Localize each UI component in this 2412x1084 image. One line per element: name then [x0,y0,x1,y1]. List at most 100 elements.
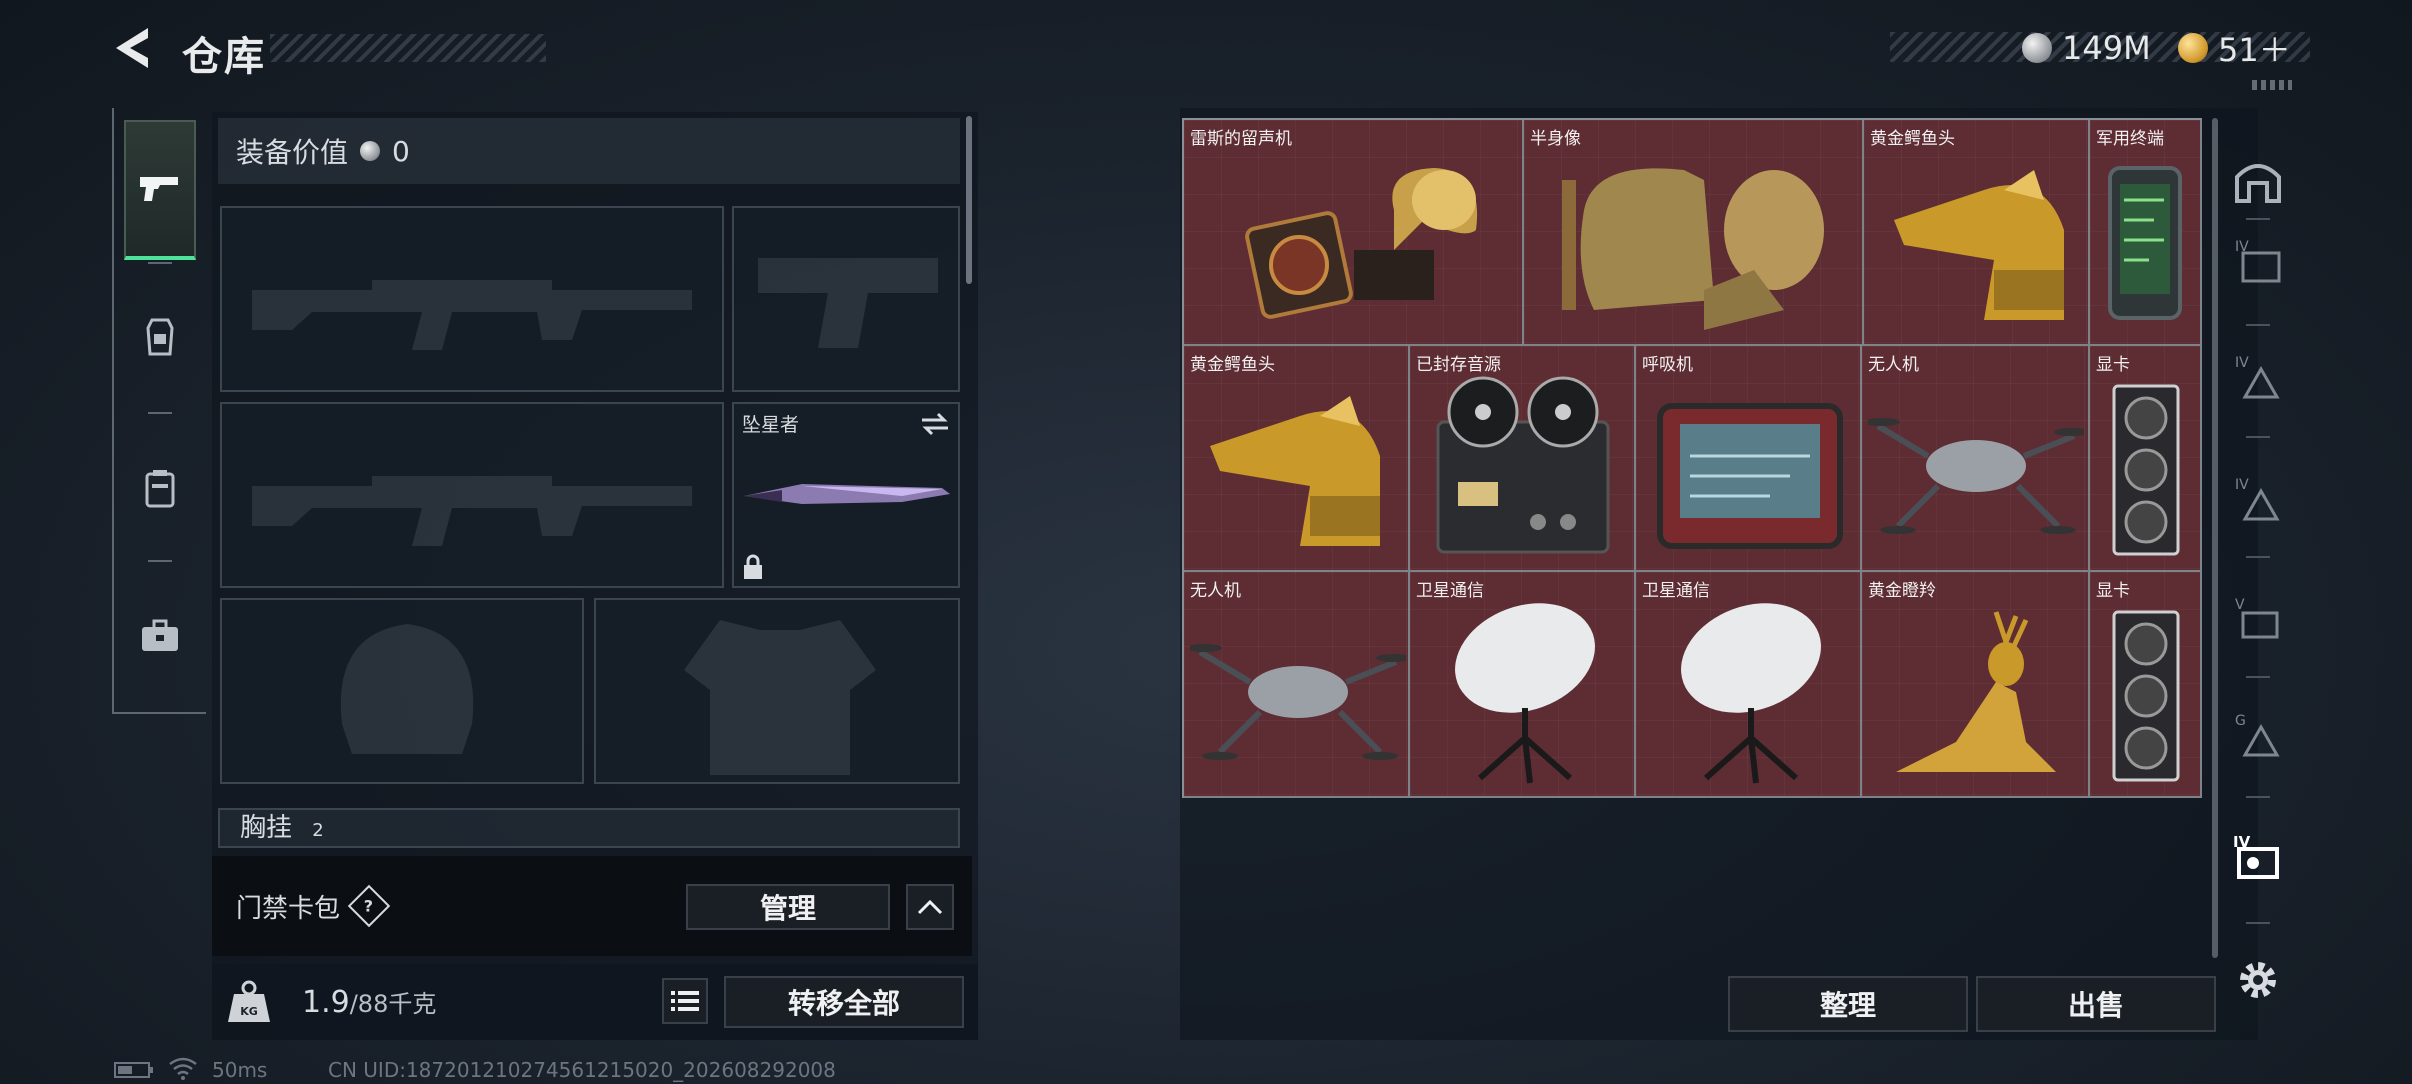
transfer-all-button[interactable]: 转移全部 [724,976,964,1028]
tab-separator [148,262,172,264]
tab-weapons[interactable] [124,120,196,260]
stash-item[interactable]: 显卡 [2090,346,2202,572]
filter-tier-iv-b[interactable]: IV [2226,344,2290,408]
filter-tier-iv-c[interactable]: IV [2226,466,2290,530]
tab-separator [148,412,172,414]
equipment-scrollbar[interactable] [966,116,972,284]
keycard-label: 门禁卡包 [236,893,341,924]
svg-text:V: V [2235,597,2245,613]
equipment-value-label: 装备价值 [236,136,349,169]
weight-readout: 1.9/88千克 [302,984,436,1020]
rail-separator [2246,556,2270,558]
body-armor-slot[interactable] [594,598,960,784]
weight-icon: KG [226,978,272,1024]
uid-text: CN UID:18720121027456121502​0_2026082920… [328,1058,836,1082]
stash-item[interactable]: 已封存音源 [1410,346,1636,572]
stash-icon [2235,164,2281,203]
pistol-slot[interactable] [732,206,960,392]
item-name: 军用终端 [2096,129,2164,149]
stash-item[interactable]: 显卡 [2090,572,2202,798]
stash-item[interactable]: 黄金鳄鱼头 [1184,346,1410,572]
rail-separator [2246,436,2270,438]
primary-weapon-slot-1[interactable] [220,206,724,392]
expand-button[interactable] [906,884,954,930]
title-decoration [270,34,546,62]
battery-icon [114,1060,154,1084]
list-view-button[interactable] [662,978,708,1024]
pistol-silhouette-icon [758,258,938,348]
weight-current: 1.9 [302,985,350,1020]
stash-grid: 雷斯的留声机 半身像 黄金鳄鱼头 军用终端 黄金鳄鱼头 已封存音源 呼吸机 无人… [1182,118,2202,798]
rail-separator [2246,676,2270,678]
swap-icon[interactable] [920,412,950,436]
melee-slot[interactable]: 坠星者 [732,402,960,588]
chest-rig-count: 2 [312,820,324,841]
weight-max: /88千克 [349,990,437,1018]
golden-gazelle-icon [1896,611,2056,772]
golden-crocodile-head-icon [1210,396,1380,546]
gold-amount: 51＋ [2218,31,2291,69]
tier-v-icon: V [2235,597,2279,639]
drone-icon [1868,418,2084,534]
stash-item[interactable]: 无人机 [1862,346,2090,572]
chest-rig-row[interactable]: 胸挂 2 [218,808,960,848]
gold-coin-icon [2178,33,2208,63]
tier-iv-icon: IV [2233,833,2279,879]
stash-item[interactable]: 无人机 [1184,572,1410,798]
tier-g-icon: G [2235,713,2280,757]
silver-amount: 149M [2062,29,2151,67]
graphics-card-icon [2112,384,2180,556]
helmet-silhouette-icon [340,624,474,754]
stash-item[interactable]: 黄金瞪羚 [1862,572,2090,798]
decor-dots [2252,80,2292,90]
stash-item[interactable]: 雷斯的留声机 [1184,120,1524,346]
filter-tier-iv-a[interactable]: IV [2226,228,2290,292]
reel-tape-recorder-icon [1436,376,1610,554]
filter-tier-v[interactable]: V [2226,586,2290,650]
stash-item[interactable]: 呼吸机 [1636,346,1862,572]
silver-coin-icon [360,141,381,161]
wifi-icon [168,1056,198,1084]
silver-currency[interactable]: 149M [2022,26,2151,70]
rail-separator [2246,218,2270,220]
tab-helmet-armor[interactable] [124,268,196,408]
manage-keycard-button[interactable]: 管理 [686,884,890,930]
bust-icon [1562,168,1824,330]
pistol-icon [140,177,178,201]
gear-icon [2240,962,2276,998]
filter-tier-g[interactable]: G [2226,702,2290,766]
gramophone-icon [1245,168,1478,319]
settings-button[interactable] [2226,948,2290,1012]
tab-backpack[interactable] [124,566,196,706]
primary-weapon-slot-2[interactable] [220,402,724,588]
graphics-card-icon [2112,610,2180,782]
stash-item[interactable]: 卫星通信 [1636,572,1862,798]
military-terminal-icon [2108,166,2182,320]
filter-all[interactable] [2226,148,2290,212]
item-name: 显卡 [2096,355,2130,375]
equipment-value-bar: 装备价值 0 [218,118,960,184]
filter-tier-iv-active[interactable]: IV [2226,826,2290,890]
stash-item[interactable]: 军用终端 [2090,120,2202,346]
item-name: 无人机 [1868,355,1919,375]
armor-icon [146,318,174,356]
tab-chest-rig[interactable] [124,418,196,558]
tab-separator [148,560,172,562]
chest-rig-label: 胸挂 [240,813,293,843]
ping-text: 50ms [212,1058,268,1082]
stash-item[interactable]: 黄金鳄鱼头 [1864,120,2090,346]
stash-scrollbar[interactable] [2212,118,2218,958]
back-button[interactable] [108,22,156,74]
help-icon[interactable]: ? [347,884,391,928]
back-arrow-icon [116,28,148,68]
rail-separator [2246,324,2270,326]
helmet-slot[interactable] [220,598,584,784]
help-mark: ? [364,896,374,916]
gold-currency[interactable]: 51＋ [2178,26,2291,70]
stash-item[interactable]: 半身像 [1524,120,1864,346]
stash-item[interactable]: 卫星通信 [1410,572,1636,798]
item-name: 显卡 [2096,581,2130,601]
drone-icon [1190,644,1406,760]
sort-button[interactable]: 整理 [1728,976,1968,1032]
sell-button[interactable]: 出售 [1976,976,2216,1032]
